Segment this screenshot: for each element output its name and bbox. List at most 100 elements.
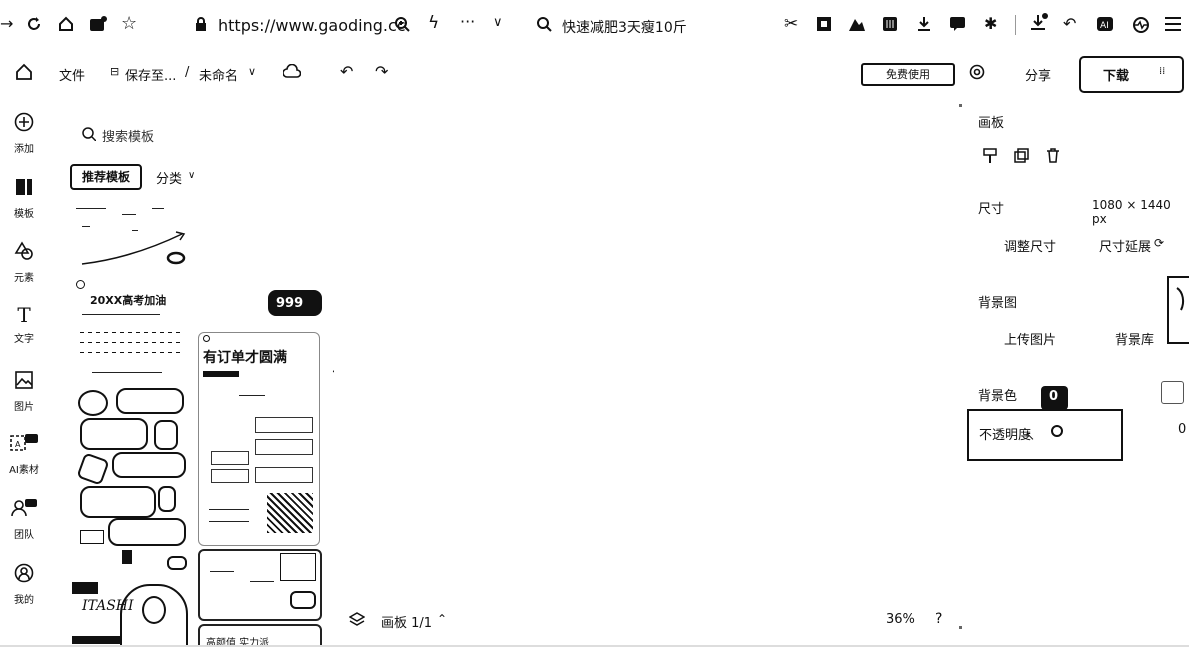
board-indicator[interactable]: 画板 1/1 — [381, 612, 432, 631]
app-home-icon[interactable] — [15, 63, 33, 81]
plus-circle-icon — [14, 112, 34, 132]
template-search-input[interactable]: 搜索模板 — [102, 126, 154, 145]
rail-ai-material[interactable]: A AI素材 — [0, 433, 48, 476]
opacity-tooltip-value: 0 — [1049, 389, 1059, 404]
rail-mine[interactable]: 我的 — [0, 563, 48, 606]
help-button[interactable]: ? — [935, 611, 942, 627]
template-card-chart[interactable] — [72, 204, 192, 270]
extend-button[interactable]: 尺寸延展 — [1099, 236, 1151, 255]
vip-badge[interactable]: 免费使用 — [861, 63, 955, 86]
bg-preview-thumbnail[interactable] — [1167, 276, 1189, 344]
ext-doc-icon[interactable] — [883, 17, 897, 31]
reload-icon[interactable] — [26, 16, 42, 32]
scissors-icon[interactable]: ✂ — [784, 16, 798, 33]
template-card-quality[interactable]: 高颜值 实力派 — [198, 624, 322, 647]
rail-image[interactable]: 图片 — [0, 370, 48, 413]
save-location[interactable]: 保存至... — [125, 65, 176, 84]
tab-category[interactable]: 分类 — [156, 168, 182, 187]
opacity-control: 不透明度 ↖ — [967, 409, 1123, 461]
cloud-sync-icon[interactable] — [283, 64, 301, 80]
dot-mark-top — [959, 104, 962, 107]
opacity-slider-handle[interactable] — [1051, 425, 1063, 437]
duplicate-icon[interactable] — [1014, 148, 1029, 163]
rail-team[interactable]: 团队 — [0, 498, 48, 541]
ext-download-icon[interactable] — [917, 17, 931, 31]
card-title-order: 有订单才圆满 — [203, 350, 287, 366]
tab-recommend[interactable]: 推荐模板 — [70, 164, 142, 190]
redo-icon[interactable]: ↷ — [375, 64, 388, 80]
size-heading: 尺寸 — [978, 202, 1005, 217]
download-options-icon[interactable]: ⁞⁞ — [1159, 67, 1165, 77]
download-button[interactable]: 下载 ⁞⁞ — [1079, 56, 1184, 93]
dot-mark — [959, 626, 962, 629]
undo-icon[interactable]: ↶ — [340, 64, 353, 80]
bg-color-swatch[interactable] — [1161, 381, 1184, 404]
user-icon — [14, 563, 34, 583]
search-icon — [536, 16, 552, 32]
bg-color-heading: 背景色 — [978, 389, 1018, 404]
rail-elements[interactable]: 元素 — [0, 241, 48, 284]
forward-icon[interactable]: → — [0, 16, 13, 32]
card-dot — [76, 280, 85, 289]
rail-label-mine: 我的 — [14, 595, 34, 606]
cursor-pointer-icon: ↖ — [1025, 429, 1036, 443]
collection-icon[interactable] — [89, 16, 107, 32]
downloads-icon[interactable] — [1030, 13, 1048, 31]
browser-toolbar: → ☆ https://www.gaoding.cc ϟ ··· ∨ 快速减肥3… — [0, 0, 1189, 50]
upload-image-button[interactable]: 上传图片 — [1004, 329, 1056, 348]
delete-icon[interactable] — [1046, 148, 1060, 163]
collapse-panel-icon[interactable]: ‹ — [332, 364, 334, 378]
text-icon: T — [17, 303, 31, 327]
pulse-icon[interactable] — [1132, 16, 1150, 34]
address-bar-url[interactable]: https://www.gaoding.cc — [218, 16, 406, 35]
rail-label-template: 模板 — [14, 209, 34, 220]
board-heading: 画板 — [978, 116, 1005, 131]
rail-label-image: 图片 — [14, 402, 34, 413]
resize-button[interactable]: 调整尺寸 — [1004, 236, 1056, 255]
opacity-value[interactable]: 0 — [1178, 422, 1186, 437]
lock-icon — [195, 17, 207, 31]
ai-icon[interactable]: AI — [1097, 17, 1113, 31]
template-card-itashi[interactable]: ITASHI — [72, 580, 192, 647]
menu-icon[interactable] — [1165, 17, 1181, 31]
share-button[interactable]: 分享 — [1025, 65, 1051, 84]
file-menu[interactable]: 文件 — [59, 65, 85, 84]
svg-text:A: A — [15, 440, 21, 449]
ext-box-icon[interactable] — [817, 17, 831, 31]
layers-icon[interactable] — [349, 612, 365, 628]
rail-text[interactable]: T 文字 — [0, 305, 48, 345]
favorites-icon[interactable]: ☆ — [121, 15, 137, 33]
home-icon[interactable] — [58, 16, 74, 32]
more-icon[interactable]: ··· — [460, 14, 475, 30]
doc-name[interactable]: 未命名 — [199, 65, 238, 84]
bg-library-button[interactable]: 背景库 — [1115, 329, 1154, 348]
price-badge-label: 999 — [276, 296, 304, 311]
lightning-icon[interactable]: ϟ — [428, 15, 439, 32]
zoom-level[interactable]: 36% — [886, 612, 915, 627]
rail-add[interactable]: 添加 — [0, 112, 48, 155]
team-icon — [10, 498, 38, 518]
undo-history-icon[interactable]: ↶ — [1063, 16, 1076, 32]
board-expand-chevron-icon[interactable]: ⌃ — [437, 612, 447, 626]
doc-chevron-down-icon[interactable]: ∨ — [248, 66, 256, 77]
toolbar-divider — [1015, 15, 1016, 35]
rail-template[interactable]: 模板 — [0, 177, 48, 220]
puzzle-icon[interactable]: ✱ — [984, 16, 997, 32]
template-card-store[interactable] — [198, 549, 322, 621]
chevron-down-icon[interactable]: ∨ — [493, 16, 503, 29]
template-card-order[interactable]: 有订单才圆满 — [198, 332, 320, 546]
download-label: 下载 — [1103, 69, 1130, 84]
zoom-icon[interactable] — [394, 16, 410, 32]
ext-mountain-icon[interactable] — [849, 17, 865, 31]
bg-image-heading: 背景图 — [978, 296, 1018, 311]
browser-search-box[interactable]: 快速减肥3天瘦10斤 — [562, 17, 687, 37]
category-chevron-down-icon[interactable]: ∨ — [188, 170, 195, 181]
ext-chat-icon[interactable] — [950, 17, 965, 31]
rail-label-text: 文字 — [14, 334, 34, 345]
size-value: 1080 × 1440 px — [1092, 198, 1171, 226]
format-paint-icon[interactable] — [983, 148, 997, 164]
save-folder-icon: ⊟ — [110, 65, 120, 78]
svg-text:AI: AI — [1100, 21, 1109, 31]
copyright-icon[interactable] — [969, 64, 985, 80]
template-search-icon — [82, 127, 96, 141]
